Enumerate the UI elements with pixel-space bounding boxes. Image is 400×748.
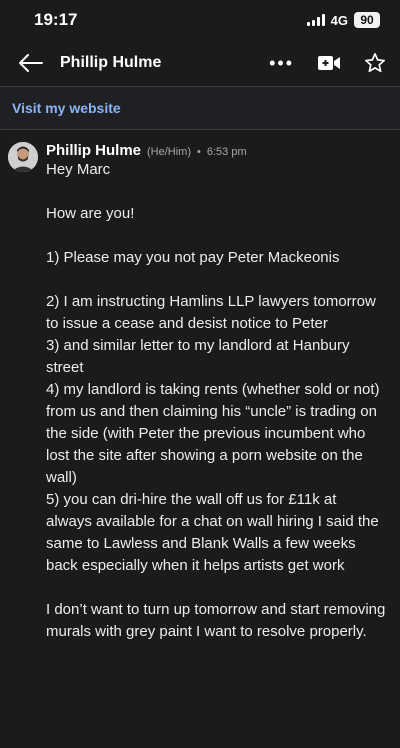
message-line: How are you!: [46, 205, 135, 222]
website-bar: Visit my website: [0, 87, 400, 129]
message-meta: Phillip Hulme (He/Him) • 6:53 pm: [46, 142, 386, 159]
message-time: 6:53 pm: [206, 146, 247, 158]
meta-separator: •: [197, 146, 201, 158]
back-arrow-icon[interactable]: [18, 50, 44, 76]
contact-name[interactable]: Phillip Hulme: [60, 54, 269, 72]
message-line: 5) you can dri-hire the wall off us for …: [46, 491, 379, 574]
message: Phillip Hulme (He/Him) • 6:53 pm Hey Mar…: [0, 130, 400, 643]
message-line: Hey Marc: [46, 161, 111, 178]
message-line: 3) and similar letter to my landlord at …: [46, 337, 350, 376]
status-bar: 19:17 4G 90: [0, 0, 400, 40]
message-body: Phillip Hulme (He/Him) • 6:53 pm Hey Mar…: [46, 142, 386, 643]
network-type: 4G: [330, 12, 348, 28]
header-actions: •••: [269, 52, 386, 74]
avatar[interactable]: [8, 142, 38, 172]
star-icon[interactable]: [364, 52, 386, 74]
status-time: 19:17: [34, 10, 78, 29]
battery-icon: 90: [354, 12, 380, 28]
message-line: 2) I am instructing Hamlins LLP lawyers …: [46, 293, 376, 332]
message-line: 4) my landlord is taking rents (whether …: [46, 381, 380, 486]
sender-name[interactable]: Phillip Hulme: [46, 142, 141, 159]
video-call-icon[interactable]: [318, 55, 340, 71]
conversation-header: Phillip Hulme •••: [0, 40, 400, 86]
signal-icon: [306, 14, 325, 26]
message-text: Hey Marc How are you! 1) Please may you …: [46, 159, 386, 643]
more-options-icon[interactable]: •••: [269, 54, 294, 72]
status-indicators: 4G 90: [306, 12, 380, 28]
message-line: 1) Please may you not pay Peter Mackeoni…: [46, 249, 340, 266]
visit-website-link[interactable]: Visit my website: [12, 100, 121, 116]
sender-pronouns: (He/Him): [147, 146, 192, 158]
message-line: I don’t want to turn up tomorrow and sta…: [46, 601, 386, 640]
